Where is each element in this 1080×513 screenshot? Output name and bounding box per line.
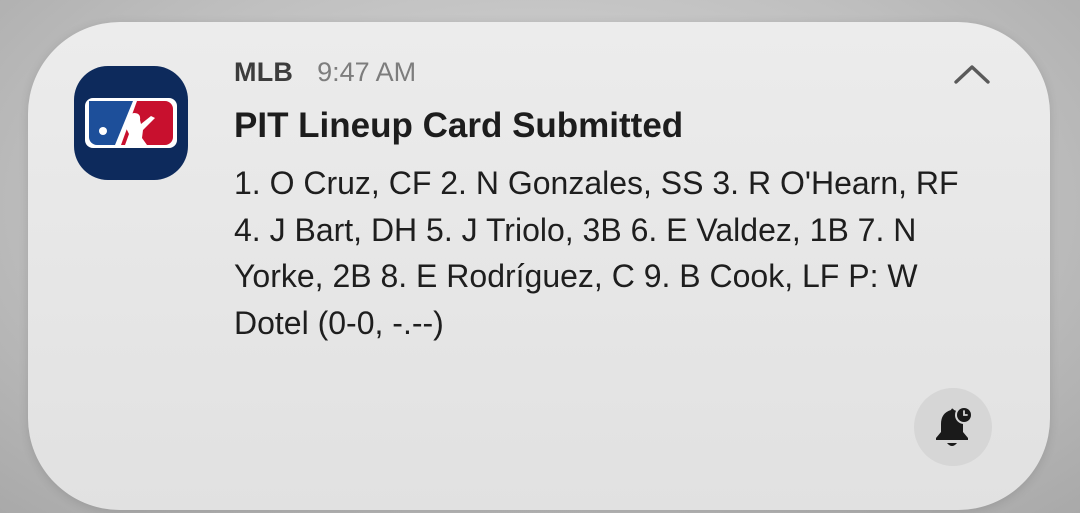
app-name: MLB xyxy=(234,57,294,87)
notification-time: 9:47 AM xyxy=(317,57,417,87)
notification-meta: MLB 9:47 AM xyxy=(234,57,416,91)
collapse-button[interactable] xyxy=(946,56,998,92)
bell-snooze-icon xyxy=(936,406,973,446)
chevron-up-icon xyxy=(954,65,990,84)
reminder-button[interactable] xyxy=(914,388,992,466)
mlb-logo-icon xyxy=(74,66,188,180)
notification-title: PIT Lineup Card Submitted xyxy=(234,106,684,145)
notification-body: 1. O Cruz, CF 2. N Gonzales, SS 3. R O'H… xyxy=(234,165,959,341)
notification-card[interactable]: MLB 9:47 AM PIT Lineup Card Submitted 1.… xyxy=(28,22,1050,510)
